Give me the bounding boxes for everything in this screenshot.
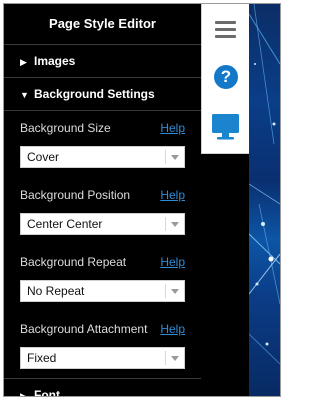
setting-background-repeat: Background Repeat Help No Repeat [4, 255, 201, 302]
page-style-editor-panel: Page Style Editor ▶ Images ▼ Background Se… [4, 4, 201, 396]
section-background-label: Background Settings [34, 87, 155, 101]
help-button[interactable]: ? [202, 59, 249, 99]
preview-button[interactable] [202, 108, 249, 148]
section-images-header[interactable]: ▶ Images [4, 45, 201, 78]
triangle-right-icon: ▶ [20, 390, 27, 396]
background-position-select[interactable]: Center Center [20, 213, 185, 235]
setting-background-position: Background Position Help Center Center [4, 188, 201, 235]
setting-background-attachment: Background Attachment Help Fixed [4, 322, 201, 369]
chevron-down-icon [171, 356, 179, 361]
triangle-right-icon: ▶ [20, 56, 27, 67]
triangle-down-icon: ▼ [20, 89, 29, 100]
background-position-label: Background Position [20, 188, 131, 202]
background-size-value: Cover [27, 150, 60, 164]
setting-background-size: Background Size Help Cover [4, 121, 201, 168]
background-attachment-value: Fixed [27, 351, 57, 365]
background-preview-image [249, 4, 280, 396]
select-separator [165, 284, 166, 298]
hamburger-line [215, 35, 236, 38]
chevron-down-icon [171, 222, 179, 227]
background-repeat-value: No Repeat [27, 284, 85, 298]
panel-title: Page Style Editor [4, 4, 201, 45]
select-separator [165, 351, 166, 365]
background-attachment-select[interactable]: Fixed [20, 347, 185, 369]
desktop-monitor-icon [212, 114, 239, 140]
section-font-header[interactable]: ▶ Font [4, 379, 201, 396]
background-size-help-link[interactable]: Help [160, 121, 185, 135]
side-toolbar: ? [201, 4, 249, 154]
network-pattern [249, 4, 280, 365]
background-position-help-link[interactable]: Help [160, 188, 185, 202]
select-separator [165, 217, 166, 231]
section-images-label: Images [34, 54, 76, 68]
background-repeat-help-link[interactable]: Help [160, 255, 185, 269]
section-background-header[interactable]: ▼ Background Settings [4, 78, 201, 111]
background-attachment-label: Background Attachment [20, 322, 148, 336]
question-circle-icon: ? [214, 65, 238, 89]
chevron-down-icon [171, 155, 179, 160]
background-size-label: Background Size [20, 121, 111, 135]
background-repeat-select[interactable]: No Repeat [20, 280, 185, 302]
setting-row: Background Position Help [20, 188, 185, 206]
menu-button[interactable] [202, 10, 249, 50]
setting-row: Background Attachment Help [20, 322, 185, 340]
background-repeat-label: Background Repeat [20, 255, 127, 269]
background-position-value: Center Center [27, 217, 103, 231]
hamburger-line [215, 28, 236, 31]
setting-row: Background Repeat Help [20, 255, 185, 273]
background-size-select[interactable]: Cover [20, 146, 185, 168]
background-attachment-help-link[interactable]: Help [160, 322, 185, 336]
editor-window: Page Style Editor ▶ Images ▼ Background Se… [3, 3, 281, 397]
select-separator [165, 150, 166, 164]
chevron-down-icon [171, 289, 179, 294]
setting-row: Background Size Help [20, 121, 185, 139]
hamburger-line [215, 21, 236, 24]
section-font-label: Font [34, 388, 60, 396]
